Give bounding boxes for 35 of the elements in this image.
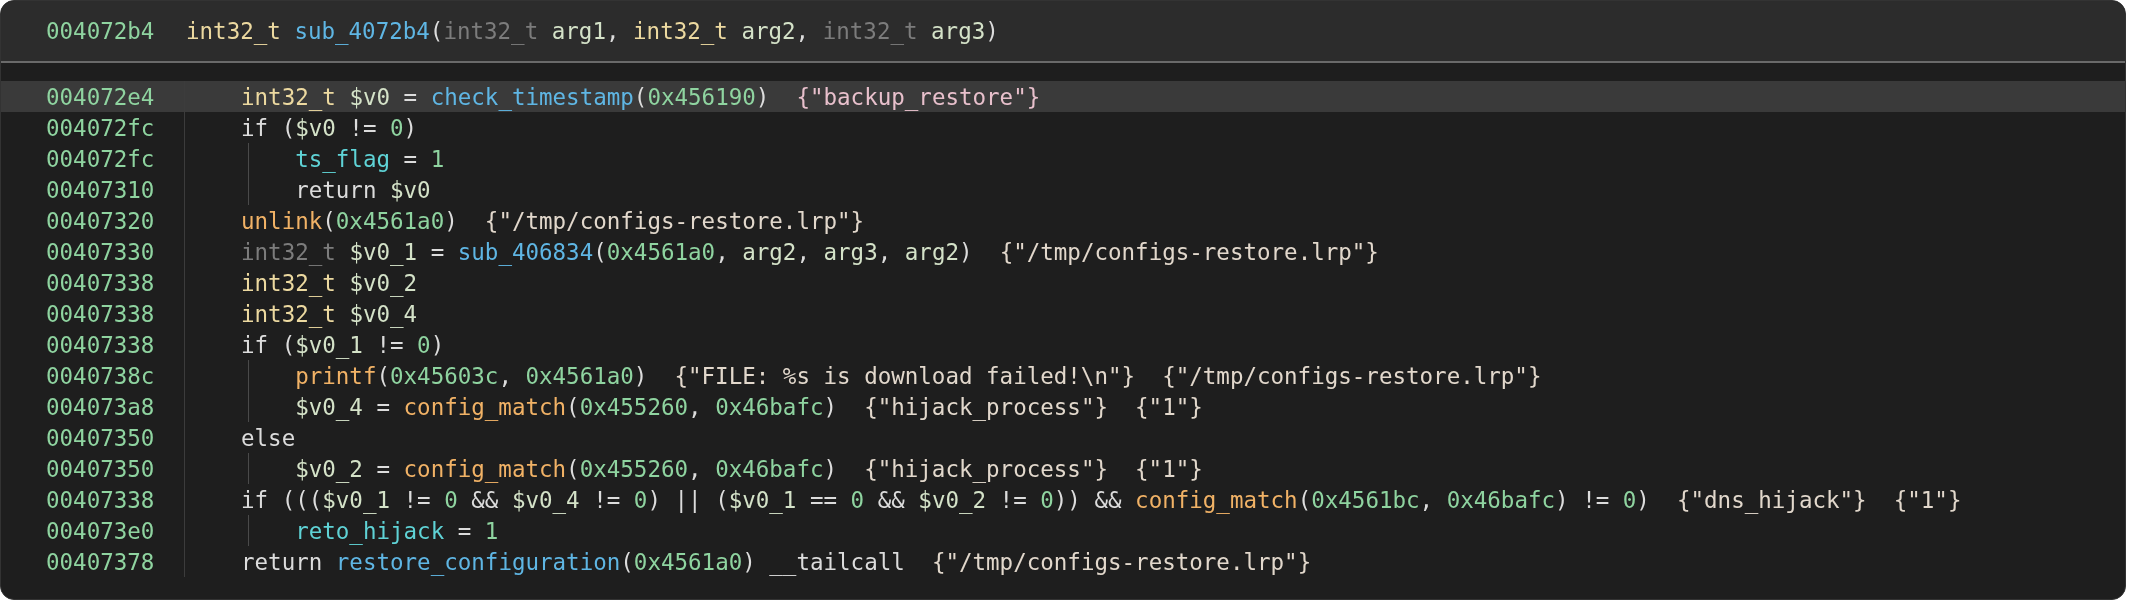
address-label: 004073e0 — [46, 517, 155, 544]
code-line[interactable]: reto_hijack = 1 — [295, 517, 499, 544]
address-label: 00407330 — [46, 238, 155, 265]
code-line[interactable]: int32_t $v0_1 = sub_406834(0x4561a0, arg2, arg3, arg2) {"/tmp/configs-restore.lrp"} — [241, 238, 1379, 265]
address-label: 00407338 — [46, 300, 155, 327]
address-label: 00407310 — [46, 176, 155, 203]
address-label: 004073a8 — [46, 393, 155, 420]
code-line[interactable]: return $v0 — [295, 176, 431, 203]
address-label: 00407338 — [46, 486, 155, 513]
address-label: 00407350 — [46, 424, 155, 451]
function-signature: int32_t sub_4072b4(int32_t arg1, int32_t arg2, int32_t arg3) — [186, 18, 999, 44]
code-line[interactable]: else — [241, 424, 296, 451]
code-line[interactable]: unlink(0x4561a0) {"/tmp/configs-restore.lrp"} — [241, 207, 865, 234]
address-label: 00407338 — [46, 269, 155, 296]
address-label: 004072e4 — [46, 83, 155, 110]
code-line[interactable]: int32_t $v0 = check_timestamp(0x456190) {"backup_restore"} — [241, 83, 1041, 110]
address-label: 00407350 — [46, 455, 155, 482]
address-label: 004072b4 — [46, 18, 156, 44]
code-line[interactable]: $v0_4 = config_match(0x455260, 0x46bafc) {"hijack_process"} {"1"} — [295, 393, 1203, 420]
code-line[interactable]: return restore_configuration(0x4561a0) __tailcall {"/tmp/configs-restore.lrp"} — [241, 548, 1312, 575]
code-line[interactable]: int32_t $v0_4 — [241, 300, 418, 327]
address-label: 0040738c — [46, 362, 155, 389]
address-label: 00407378 — [46, 548, 155, 575]
address-label: 004072fc — [46, 114, 155, 141]
address-label: 004072fc — [46, 145, 155, 172]
code-line[interactable]: if ((($v0_1 != 0 && $v0_4 != 0) || ($v0_1 == 0 && $v0_2 != 0)) && config_match(0x4561bc, 0x46bafc) != 0) {"dns_hijack"} {"1"} — [241, 486, 1962, 513]
highlighted-row[interactable]: 004072e4 int32_t $v0 = check_timestamp(0x456190) {"backup_restore"} — [1, 81, 2125, 112]
address-label: 00407320 — [46, 207, 155, 234]
code-line[interactable]: $v0_2 = config_match(0x455260, 0x46bafc) {"hijack_process"} {"1"} — [295, 455, 1203, 482]
code-line[interactable]: if ($v0_1 != 0) — [241, 331, 445, 358]
code-line[interactable]: ts_flag = 1 — [295, 145, 445, 172]
code-line[interactable]: if ($v0 != 0) — [241, 114, 418, 141]
code-line[interactable]: int32_t $v0_2 — [241, 269, 418, 296]
address-label: 00407338 — [46, 331, 155, 358]
code-line[interactable]: printf(0x45603c, 0x4561a0) {"FILE: %s is download failed!\n"} {"/tmp/configs-restore.lrp"} — [295, 362, 1542, 389]
